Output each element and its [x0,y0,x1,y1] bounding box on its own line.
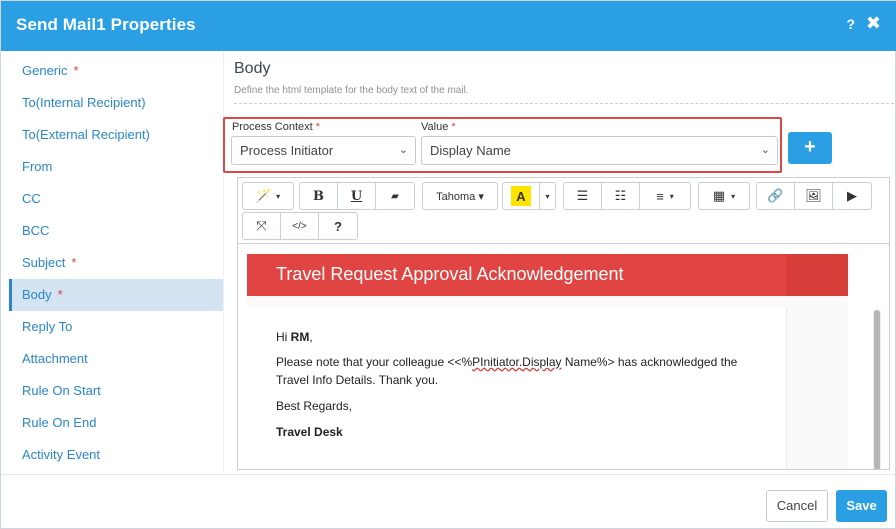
value-select[interactable]: Display Name ⌄ [421,136,778,165]
cancel-button[interactable]: Cancel [766,490,828,522]
sidebar-item-from[interactable]: From [9,151,223,183]
chevron-down-icon: ⌄ [398,144,408,156]
video-icon[interactable]: ▶ [833,183,871,209]
chevron-down-icon: ⌄ [760,144,770,156]
title-bar: Send Mail1 Properties ? ✖ [1,1,896,51]
section-description: Define the html template for the body te… [234,85,469,96]
email-banner-title: Travel Request Approval Acknowledgement [276,264,624,284]
sidebar-item-label: Generic [22,63,68,78]
email-card [247,308,787,469]
email-greeting: Hi RM, [276,330,313,344]
sidebar-item-body[interactable]: Body * [9,279,223,311]
email-signature: Travel Desk [276,425,343,439]
sidebar-item-label: Body [22,287,52,302]
sidebar-item-subject[interactable]: Subject * [9,247,223,279]
sidebar-item-label: BCC [22,223,50,238]
divider [223,51,224,474]
sidebar-item-label: Rule On End [22,415,97,430]
sidebar-item-reply-to[interactable]: Reply To [9,311,223,343]
sidebar-item-label: To(External Recipient) [22,127,150,142]
sidebar-item-to-external[interactable]: To(External Recipient) [9,119,223,151]
value-select-value: Display Name [430,143,511,158]
email-card-side [786,308,848,469]
process-context-value: Process Initiator [240,143,334,158]
sidebar-item-rule-on-start[interactable]: Rule On Start [9,375,223,407]
align-icon[interactable]: ≡ ▾ [640,183,690,209]
numbered-list-icon[interactable]: ☷ [602,183,640,209]
chevron-down-icon[interactable]: ▾ [539,183,555,209]
close-icon[interactable]: ✖ [866,13,881,34]
scrollbar-thumb[interactable] [874,310,880,469]
sidebar: Generic * To(Internal Recipient) To(Exter… [1,51,223,474]
dialog-title: Send Mail1 Properties [16,15,196,34]
magic-wand-icon[interactable]: 🪄 ▾ [243,183,293,209]
toolbar-group-color: A ▾ [502,182,556,210]
link-icon[interactable]: 🔗 [757,183,795,209]
sidebar-item-attachment[interactable]: Attachment [9,343,223,375]
sidebar-item-bcc[interactable]: BCC [9,215,223,247]
sidebar-item-generic[interactable]: Generic * [9,55,223,87]
sidebar-item-label: Activity Event [22,447,101,462]
required-marker: * [73,63,79,78]
code-view-icon[interactable]: </> [281,213,319,239]
sidebar-item-label: Reply To [22,319,73,334]
sidebar-item-label: To(Internal Recipient) [22,95,146,110]
fullscreen-icon[interactable]: ⤧ [243,213,281,239]
toolbar-group-font: Tahoma ▾ [422,182,498,210]
editor-scrollbar[interactable] [873,310,881,469]
value-label: Value * [421,121,456,133]
process-context-label: Process Context * [232,121,321,133]
sidebar-item-to-internal[interactable]: To(Internal Recipient) [9,87,223,119]
help-icon[interactable]: ? [319,213,357,239]
sidebar-item-label: Subject [22,255,66,270]
sidebar-item-rule-on-end[interactable]: Rule On End [9,407,223,439]
toolbar-group-style: 🪄 ▾ [242,182,294,210]
email-regards: Best Regards, [276,399,353,413]
add-button[interactable]: + [788,132,832,164]
toolbar-group-format: B U ▰ [299,182,415,210]
sidebar-item-label: Rule On Start [22,383,101,398]
sidebar-item-label: Attachment [22,351,88,366]
editor-content[interactable]: Travel Request Approval Acknowledgement … [238,244,881,469]
required-marker: * [57,287,63,302]
image-icon[interactable]: 🖼 [795,183,833,209]
required-marker: * [71,255,77,270]
sidebar-item-activity-event[interactable]: Activity Event [9,439,223,471]
underline-button[interactable]: U [338,183,376,209]
toolbar-group-table: ▦ ▾ [698,182,750,210]
save-button[interactable]: Save [836,490,887,522]
process-context-select[interactable]: Process Initiator ⌄ [231,136,416,165]
divider [234,103,894,104]
sidebar-item-label: From [22,159,53,174]
sidebar-item-cc[interactable]: CC [9,183,223,215]
editor-toolbar: 🪄 ▾ B U ▰ Tahoma ▾ A ▾ ☰ ☷ ≡ ▾ ▦ ▾ 🔗 🖼 ▶… [238,178,889,244]
bullet-list-icon[interactable]: ☰ [564,183,602,209]
eraser-icon[interactable]: ▰ [376,183,414,209]
email-line-1: Please note that your colleague <<%PInit… [276,355,738,369]
font-family-select[interactable]: Tahoma ▾ [423,183,497,209]
table-icon[interactable]: ▦ ▾ [699,183,749,209]
sidebar-item-label: CC [22,191,41,206]
email-line-2: Travel Info Details. Thank you. [276,373,439,387]
toolbar-group-view: ⤧ </> ? [242,212,358,240]
html-editor: 🪄 ▾ B U ▰ Tahoma ▾ A ▾ ☰ ☷ ≡ ▾ ▦ ▾ 🔗 🖼 ▶… [237,177,890,470]
toolbar-group-lists: ☰ ☷ ≡ ▾ [563,182,691,210]
highlight-color-button[interactable]: A [511,186,531,206]
email-banner-edge [786,254,848,296]
section-title: Body [234,60,271,77]
bold-button[interactable]: B [300,183,338,209]
help-icon[interactable]: ? [846,16,855,32]
divider [1,474,896,475]
toolbar-group-insert: 🔗 🖼 ▶ [756,182,872,210]
properties-dialog: Send Mail1 Properties ? ✖ Generic * To(In… [0,0,896,529]
